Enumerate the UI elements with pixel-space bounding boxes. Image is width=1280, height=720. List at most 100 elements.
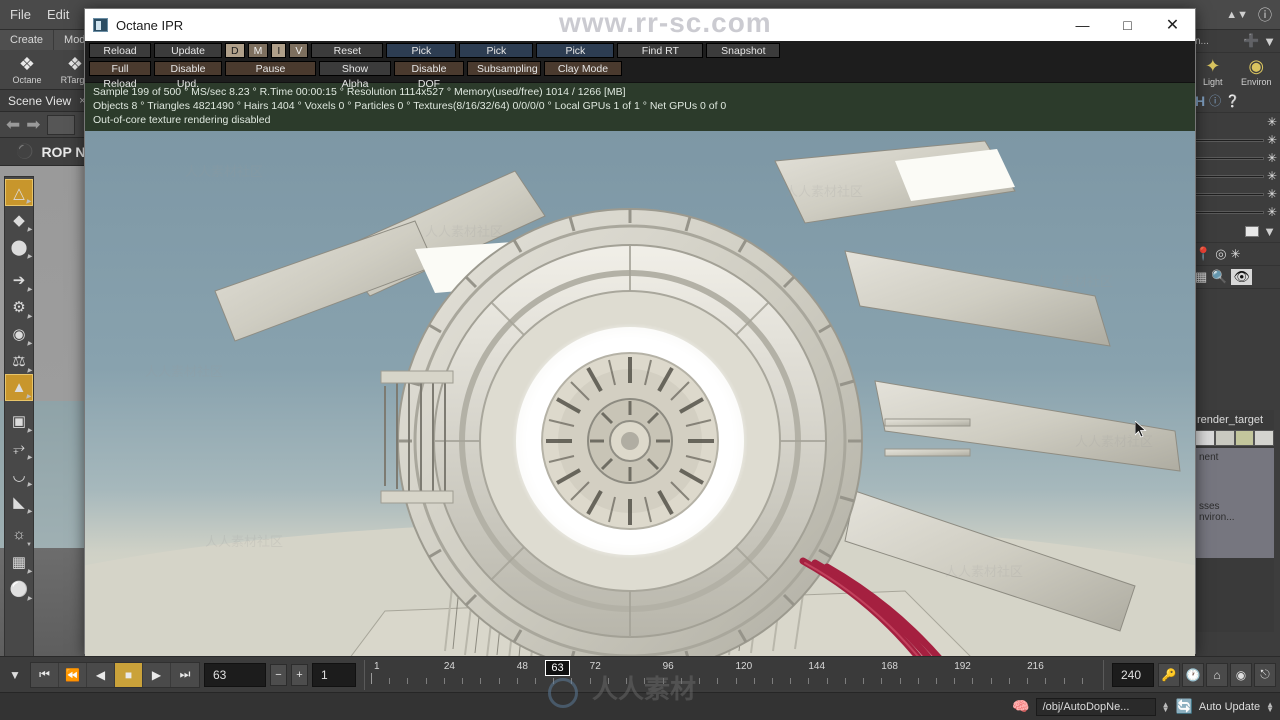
list-item[interactable]: nviron...: [1199, 512, 1270, 523]
spinner-icon[interactable]: ▲▼: [1226, 9, 1248, 21]
gear-icon[interactable]: ✳: [1267, 205, 1277, 219]
pick-whitepoint-button[interactable]: Pick WhiteP: [459, 43, 534, 72]
menu-edit[interactable]: Edit: [47, 7, 69, 22]
info-icon[interactable]: ⓘ: [1209, 92, 1221, 109]
refresh-icon[interactable]: 🔄: [1175, 698, 1192, 715]
camera-tool-icon[interactable]: ☼ ▼: [5, 521, 33, 548]
gear-icon[interactable]: ✳: [1267, 169, 1277, 183]
slider-track[interactable]: [1194, 156, 1264, 160]
geometry-tool-icon[interactable]: ⬤ ▶: [5, 233, 33, 261]
full-reload-button[interactable]: Full Reload: [89, 61, 151, 90]
param-row[interactable]: ✳: [1191, 113, 1280, 131]
move-tool-icon[interactable]: ⚙ ▶: [5, 293, 33, 321]
back-arrow-icon[interactable]: ⬅: [6, 115, 20, 135]
object-tool-icon[interactable]: ◆ ▶: [5, 206, 33, 234]
range-end-input[interactable]: 240: [1112, 662, 1154, 687]
curve-icon[interactable]: ⌂: [1206, 662, 1228, 687]
update-mode-spinner-icon[interactable]: ▲ ▼: [1266, 700, 1274, 713]
slider-track[interactable]: [1194, 210, 1264, 214]
shelf-item-environment[interactable]: ◉ Environ: [1235, 55, 1278, 87]
toggle-d-button[interactable]: D: [225, 43, 245, 58]
slider-track[interactable]: [1194, 138, 1264, 142]
update-mode-label[interactable]: Auto Update: [1199, 701, 1260, 713]
toggle-i-button[interactable]: I: [271, 43, 287, 58]
magnet-icon[interactable]: ◣ ▶: [5, 488, 33, 516]
path-spinner-icon[interactable]: ▲ ▼: [1162, 700, 1170, 713]
shelf-tab-create[interactable]: Create: [0, 30, 55, 50]
timeline-ruler[interactable]: 63 1 24 48 72 96 120 144 168 192 216: [364, 659, 1104, 690]
key-icon[interactable]: 🔑: [1158, 662, 1180, 687]
step-back-button[interactable]: ⏪: [59, 662, 87, 687]
help-icon[interactable]: ⓘ: [1258, 5, 1272, 25]
thumbnail-icon[interactable]: [46, 114, 75, 135]
magnet-curve-icon[interactable]: ⥅ ▶: [5, 434, 33, 461]
param-row[interactable]: ✳: [1191, 203, 1280, 221]
chevron-down-icon[interactable]: ▼: [1263, 34, 1276, 49]
view-tool-icon[interactable]: △ ▶: [5, 179, 33, 206]
param-row[interactable]: ✳: [1191, 149, 1280, 167]
minimize-button[interactable]: —: [1060, 9, 1105, 41]
shelf-item-light[interactable]: ✦ Light: [1193, 55, 1233, 87]
toggle-m-button[interactable]: M: [247, 43, 269, 58]
playhead-marker[interactable]: 63: [545, 659, 570, 676]
target-icon[interactable]: ◎: [1215, 246, 1226, 262]
play-reverse-button[interactable]: ◀: [87, 662, 115, 687]
slider-track[interactable]: [1194, 174, 1264, 178]
gear-icon[interactable]: ✳: [1267, 115, 1277, 129]
forward-arrow-icon[interactable]: ➡: [26, 115, 40, 135]
eye-icon[interactable]: 👁: [1231, 269, 1252, 285]
frame-increment-button[interactable]: +: [291, 663, 308, 686]
subsampling-button[interactable]: Subsampling: [467, 61, 541, 76]
jump-to-start-button[interactable]: ⏮: [31, 662, 59, 687]
menu-file[interactable]: File: [10, 7, 31, 22]
param-row[interactable]: ✳: [1191, 167, 1280, 185]
right-view-row[interactable]: ▦ 🔍 👁: [1191, 266, 1280, 289]
network-path-field[interactable]: /obj/AutoDopNe...: [1035, 697, 1156, 716]
search-icon[interactable]: 🔍: [1211, 269, 1227, 285]
color-swatch[interactable]: [1245, 226, 1260, 237]
material-ball-icon[interactable]: ⚪ ▶: [5, 575, 33, 603]
select-arrow-icon[interactable]: ➔ ▶: [5, 266, 33, 294]
list-item[interactable]: nent: [1199, 452, 1270, 463]
rotate-tool-icon[interactable]: ◉ ▶: [5, 320, 33, 348]
reload-button[interactable]: Reload: [89, 43, 151, 58]
list-item[interactable]: sses: [1199, 501, 1270, 512]
render-target-swatches[interactable]: [1195, 430, 1274, 446]
brain-icon[interactable]: 🧠: [1012, 698, 1029, 715]
pick-focus-button[interactable]: Pick Focus: [386, 43, 457, 72]
ball-icon[interactable]: ◉: [1230, 662, 1252, 687]
stop-button[interactable]: ■: [115, 662, 143, 687]
select-icon[interactable]: ⎋: [1254, 662, 1276, 687]
maximize-button[interactable]: □: [1105, 9, 1150, 41]
right-param-header[interactable]: H ⓘ ❔: [1191, 89, 1280, 113]
gear-icon[interactable]: ✳: [1267, 133, 1277, 147]
frame-decrement-button[interactable]: −: [270, 663, 287, 686]
current-frame-input[interactable]: 63: [204, 662, 266, 687]
clock-icon[interactable]: 🕐: [1182, 662, 1204, 687]
play-button[interactable]: ▶: [143, 662, 171, 687]
param-row[interactable]: ✳: [1191, 185, 1280, 203]
right-path-row[interactable]: n... ➕ ▼: [1191, 30, 1280, 53]
playbar-scroll-icon[interactable]: ▼: [4, 663, 26, 687]
right-display-row[interactable]: 📍 ◎ ✳: [1191, 243, 1280, 266]
pin-icon[interactable]: 📍: [1195, 246, 1211, 262]
octane-ipr-window[interactable]: Octane IPR — □ ✕ Reload Update D M I V R…: [84, 7, 1196, 658]
shelf-item-octane[interactable]: ❖ Octane: [4, 53, 50, 85]
disable-dof-button[interactable]: Disable DOF: [394, 61, 464, 90]
grid-icon[interactable]: ▦: [1195, 269, 1207, 285]
layers-tool-icon[interactable]: ▦ ▶: [5, 548, 33, 576]
gear-icon[interactable]: ✳: [1267, 187, 1277, 201]
help-icon[interactable]: ❔: [1225, 94, 1240, 108]
jump-to-end-button[interactable]: ⏭: [171, 663, 199, 687]
handle-tool-icon[interactable]: ▲ ▶: [5, 374, 33, 401]
scale-tool-icon[interactable]: ⚖ ▶: [5, 347, 33, 375]
magnet-point-icon[interactable]: ◡ ▶: [5, 461, 33, 489]
gear-icon[interactable]: ✳: [1231, 247, 1241, 261]
pick-material-button[interactable]: Pick Material: [536, 43, 615, 72]
frame-increment-input[interactable]: 1: [312, 662, 356, 687]
pause-button[interactable]: Pause: [225, 61, 316, 76]
chevron-down-icon[interactable]: ▼: [1263, 224, 1276, 239]
octane-render-viewport[interactable]: 人人素材社区 人人素材社区 人人素材社区 人人素材社区 人人素材社区 人人素材社…: [85, 131, 1195, 658]
toggle-v-button[interactable]: V: [289, 43, 309, 58]
param-row[interactable]: ✳: [1191, 131, 1280, 149]
